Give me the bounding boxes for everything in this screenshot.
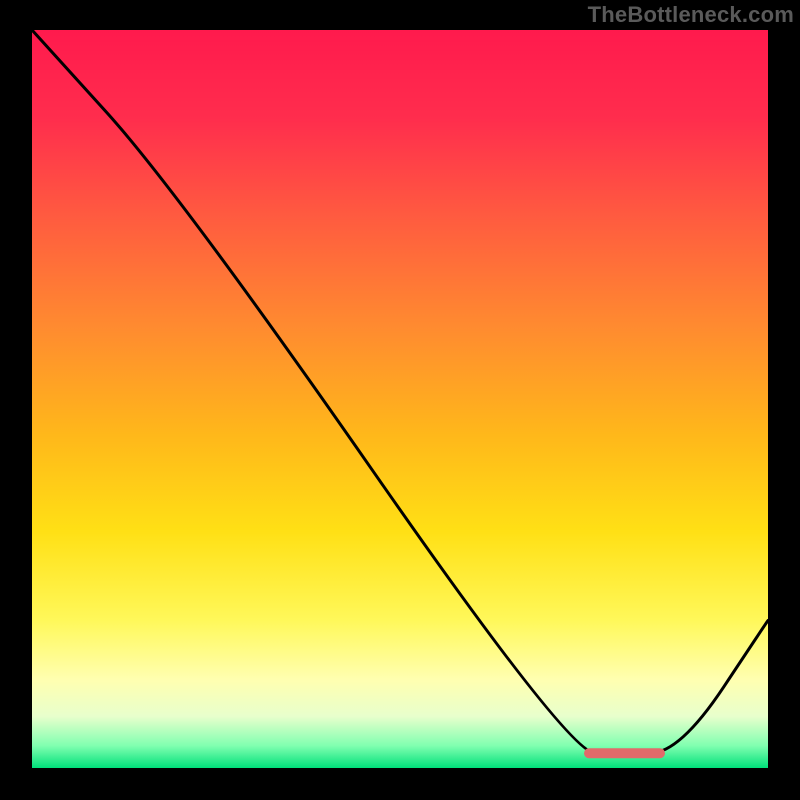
plot-area xyxy=(32,30,768,768)
chart-svg xyxy=(32,30,768,768)
chart-container: TheBottleneck.com xyxy=(0,0,800,800)
gradient-fill xyxy=(32,30,768,768)
watermark-text: TheBottleneck.com xyxy=(588,2,794,28)
optimal-marker xyxy=(584,748,665,758)
